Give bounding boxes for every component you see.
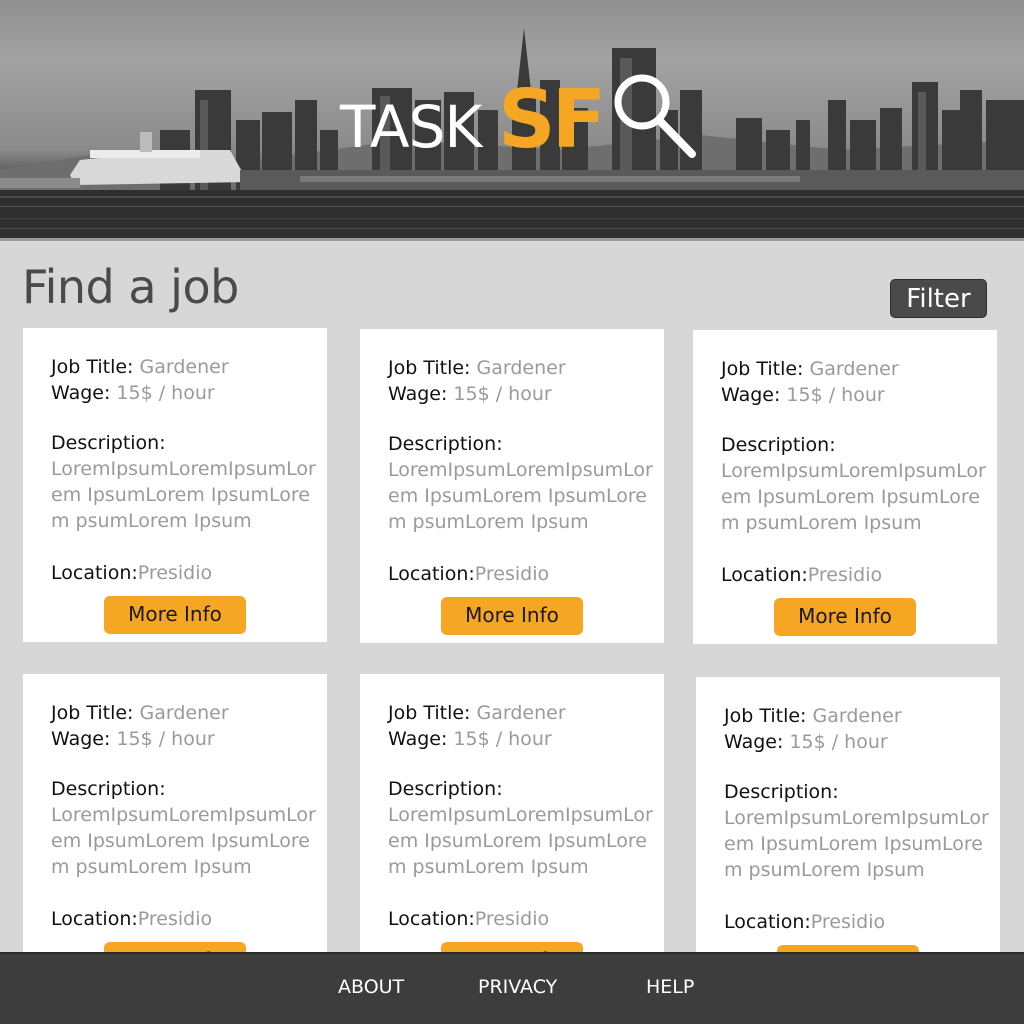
wage-row: Wage: 15$ / hour	[388, 381, 664, 407]
location-value: Presidio	[807, 564, 883, 586]
logo-task-text: TASK	[340, 93, 482, 161]
wage-value: 15$ / hour	[116, 728, 215, 750]
job-title-label: Job Title:	[51, 702, 134, 724]
location-row: Location:Presidio	[51, 560, 327, 586]
description-value: LoremIpsumLoremIpsumLorem IpsumLorem Ips…	[388, 804, 653, 878]
hero-banner: TASK SF	[0, 0, 1024, 238]
description-label: Description:	[51, 778, 166, 800]
footer: ABOUT PRIVACY HELP	[0, 952, 1024, 1024]
job-title-label: Job Title:	[721, 358, 804, 380]
page: TASK SF Find a job Filter Job Title: Gar…	[0, 0, 1024, 1024]
wage-value: 15$ / hour	[786, 384, 885, 406]
job-title-row: Job Title: Gardener	[721, 356, 997, 382]
more-info-button[interactable]: More Info	[774, 598, 916, 636]
description-value: LoremIpsumLoremIpsumLorem IpsumLorem Ips…	[724, 807, 989, 881]
wage-label: Wage:	[721, 384, 781, 406]
job-card: Job Title: Gardener Wage: 15$ / hour Descr…	[23, 674, 327, 988]
job-title-row: Job Title: Gardener	[388, 355, 664, 381]
location-row: Location:Presidio	[51, 906, 327, 932]
job-title-label: Job Title:	[724, 705, 807, 727]
wage-row: Wage: 15$ / hour	[724, 729, 1000, 755]
wage-row: Wage: 15$ / hour	[51, 726, 327, 752]
site-logo[interactable]: TASK SF	[340, 70, 700, 170]
wage-value: 15$ / hour	[453, 383, 552, 405]
wage-value: 15$ / hour	[453, 728, 552, 750]
location-row: Location:Presidio	[388, 561, 664, 587]
location-value: Presidio	[810, 911, 886, 933]
location-value: Presidio	[474, 908, 550, 930]
location-value: Presidio	[137, 562, 213, 584]
description-label: Description:	[388, 778, 503, 800]
job-card: Job Title: Gardener Wage: 15$ / hour Descr…	[696, 677, 1000, 991]
location-row: Location:Presidio	[388, 906, 664, 932]
job-title-label: Job Title:	[51, 356, 134, 378]
job-title-label: Job Title:	[388, 702, 471, 724]
filter-button[interactable]: Filter	[890, 279, 987, 318]
wage-label: Wage:	[51, 728, 111, 750]
job-title-row: Job Title: Gardener	[388, 700, 664, 726]
job-title-value: Gardener	[809, 358, 899, 380]
job-card: Job Title: Gardener Wage: 15$ / hour Descr…	[693, 330, 997, 644]
description-value: LoremIpsumLoremIpsumLorem IpsumLorem Ips…	[51, 804, 316, 878]
wage-row: Wage: 15$ / hour	[51, 380, 327, 406]
description-value: LoremIpsumLoremIpsumLorem IpsumLorem Ips…	[51, 458, 316, 532]
wage-row: Wage: 15$ / hour	[721, 382, 997, 408]
location-label: Location:	[51, 562, 138, 584]
location-value: Presidio	[474, 563, 550, 585]
location-value: Presidio	[137, 908, 213, 930]
location-label: Location:	[388, 908, 475, 930]
job-title-row: Job Title: Gardener	[51, 700, 327, 726]
location-label: Location:	[51, 908, 138, 930]
more-info-button[interactable]: More Info	[441, 597, 583, 635]
job-card: Job Title: Gardener Wage: 15$ / hour Descr…	[360, 329, 664, 643]
footer-link-about[interactable]: ABOUT	[338, 976, 404, 998]
job-title-value: Gardener	[476, 357, 566, 379]
location-label: Location:	[721, 564, 808, 586]
location-row: Location:Presidio	[724, 909, 1000, 935]
more-info-button[interactable]: More Info	[104, 596, 246, 634]
location-row: Location:Presidio	[721, 562, 997, 588]
footer-link-help[interactable]: HELP	[646, 976, 694, 998]
job-card: Job Title: Gardener Wage: 15$ / hour Descr…	[360, 674, 664, 988]
description-label: Description:	[388, 433, 503, 455]
wage-label: Wage:	[388, 728, 448, 750]
job-title-row: Job Title: Gardener	[724, 703, 1000, 729]
hero-divider	[0, 238, 1024, 241]
wage-label: Wage:	[388, 383, 448, 405]
wage-label: Wage:	[724, 731, 784, 753]
footer-link-privacy[interactable]: PRIVACY	[478, 976, 557, 998]
magnifier-icon	[614, 74, 696, 158]
description-label: Description:	[721, 434, 836, 456]
wage-value: 15$ / hour	[116, 382, 215, 404]
wage-row: Wage: 15$ / hour	[388, 726, 664, 752]
job-title-value: Gardener	[139, 356, 229, 378]
job-title-value: Gardener	[476, 702, 566, 724]
page-title: Find a job	[22, 260, 239, 314]
job-title-label: Job Title:	[388, 357, 471, 379]
job-title-value: Gardener	[139, 702, 229, 724]
location-label: Location:	[724, 911, 811, 933]
description-value: LoremIpsumLoremIpsumLorem IpsumLorem Ips…	[721, 460, 986, 534]
job-card: Job Title: Gardener Wage: 15$ / hour Descr…	[23, 328, 327, 642]
description-label: Description:	[51, 432, 166, 454]
wage-label: Wage:	[51, 382, 111, 404]
logo-sf-text: SF	[498, 73, 606, 166]
job-title-value: Gardener	[812, 705, 902, 727]
description-label: Description:	[724, 781, 839, 803]
job-title-row: Job Title: Gardener	[51, 354, 327, 380]
location-label: Location:	[388, 563, 475, 585]
description-value: LoremIpsumLoremIpsumLorem IpsumLorem Ips…	[388, 459, 653, 533]
wage-value: 15$ / hour	[789, 731, 888, 753]
